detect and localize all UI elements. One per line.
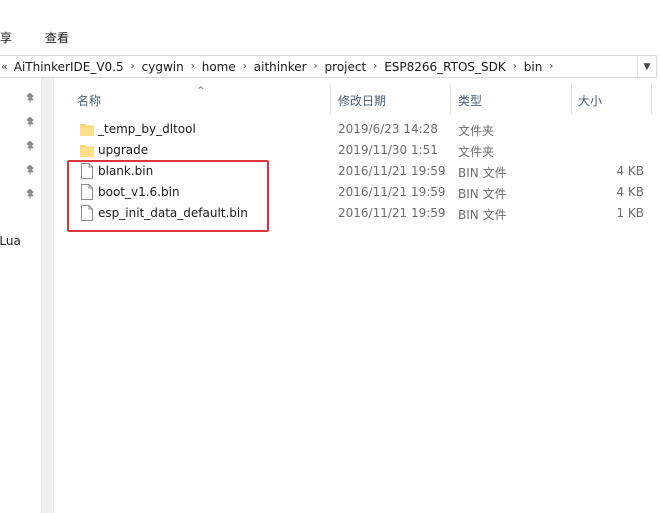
chevron-right-icon[interactable]: ›	[243, 61, 247, 72]
column-header-date[interactable]: 修改日期	[338, 92, 386, 122]
column-divider[interactable]	[450, 84, 451, 114]
chevron-right-icon[interactable]: ›	[131, 61, 135, 72]
tab-share[interactable]: 共享	[0, 29, 12, 46]
breadcrumb-item[interactable]: home	[202, 60, 236, 74]
breadcrumb-item[interactable]: aithinker	[254, 60, 307, 74]
navigation-scrollbar[interactable]	[41, 78, 54, 513]
breadcrumb-item[interactable]: project	[325, 60, 367, 74]
file-size: 4 KB	[616, 185, 644, 199]
column-divider[interactable]	[571, 84, 572, 114]
chevron-right-icon[interactable]: ›	[373, 61, 377, 72]
file-type: BIN 文件	[458, 166, 507, 180]
nav-item-partial[interactable]: eLua	[0, 234, 21, 248]
breadcrumb: « AiThinkerIDE_V0.5 › cygwin › home › aithinke…	[0, 56, 560, 77]
highlight-box	[67, 160, 269, 232]
chevron-right-icon[interactable]: ›	[549, 61, 553, 72]
column-divider[interactable]	[651, 84, 652, 114]
file-row[interactable]: upgrade 2019/11/30 1:51 文件夹	[72, 140, 652, 161]
column-divider[interactable]	[330, 84, 331, 114]
sort-ascending-icon: ^	[197, 86, 205, 96]
folder-icon	[80, 124, 94, 136]
file-date: 2016/11/21 19:59	[338, 164, 446, 178]
pin-icon[interactable]	[25, 141, 35, 151]
chevron-right-icon[interactable]: ›	[191, 61, 195, 72]
breadcrumb-item[interactable]: AiThinkerIDE_V0.5	[14, 60, 124, 74]
pin-icon[interactable]	[25, 93, 35, 103]
address-history-dropdown[interactable]: ▼	[637, 56, 656, 77]
address-bar[interactable]: « AiThinkerIDE_V0.5 › cygwin › home › aithinke…	[0, 55, 657, 78]
file-date: 2016/11/21 19:59	[338, 185, 446, 199]
ribbon-tabs: 共享 查看	[0, 0, 660, 52]
breadcrumb-overflow-icon[interactable]: «	[1, 60, 8, 73]
breadcrumb-item[interactable]: ESP8266_RTOS_SDK	[384, 60, 506, 74]
column-header-size[interactable]: 大小	[578, 92, 602, 122]
pin-icon[interactable]	[25, 165, 35, 175]
file-name: upgrade	[98, 143, 149, 157]
file-type: BIN 文件	[458, 208, 507, 222]
file-type: BIN 文件	[458, 187, 507, 201]
pin-icon[interactable]	[25, 189, 35, 199]
breadcrumb-item[interactable]: bin	[524, 60, 543, 74]
file-date: 2019/11/30 1:51	[338, 143, 438, 157]
file-date: 2019/6/23 14:28	[338, 122, 438, 136]
chevron-down-icon: ▼	[643, 61, 651, 72]
file-date: 2016/11/21 19:59	[338, 206, 446, 220]
folder-icon	[80, 145, 94, 157]
breadcrumb-item[interactable]: cygwin	[142, 60, 184, 74]
file-type: 文件夹	[458, 145, 495, 159]
column-header-name[interactable]: 名称	[77, 92, 101, 122]
file-row[interactable]: _temp_by_dltool 2019/6/23 14:28 文件夹	[72, 119, 652, 140]
file-size: 1 KB	[616, 206, 644, 220]
column-header-type[interactable]: 类型	[458, 92, 482, 122]
file-name: _temp_by_dltool	[98, 122, 196, 136]
chevron-right-icon[interactable]: ›	[513, 61, 517, 72]
tab-view[interactable]: 查看	[45, 29, 69, 46]
navigation-pane	[0, 78, 41, 513]
chevron-right-icon[interactable]: ›	[314, 61, 318, 72]
file-type: 文件夹	[458, 124, 495, 138]
file-size: 4 KB	[616, 164, 644, 178]
pin-icon[interactable]	[25, 117, 35, 127]
